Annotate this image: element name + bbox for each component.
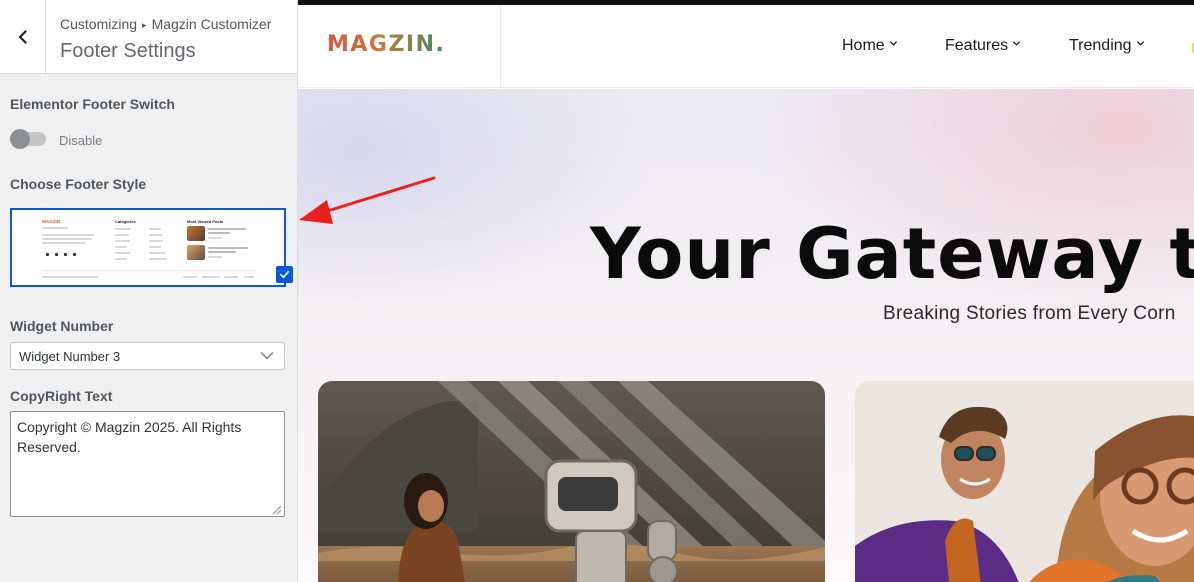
thumb-text-line <box>42 242 86 244</box>
chevron-down-icon <box>1013 41 1021 46</box>
post-card-image[interactable] <box>855 381 1194 582</box>
thumb-post-image <box>187 226 205 241</box>
thumb-post-meta <box>208 237 222 239</box>
thumb-category-link <box>115 258 127 260</box>
hero-section: Your Gateway to C Breaking Stories from … <box>298 89 1194 582</box>
elementor-footer-toggle[interactable] <box>10 129 48 149</box>
nav-features[interactable]: Features <box>945 37 1021 55</box>
chevron-down-icon <box>889 41 897 46</box>
breadcrumb-root: Customizing <box>60 16 138 32</box>
footer-style-label: Choose Footer Style <box>10 176 147 192</box>
thumb-category-link <box>115 234 129 236</box>
logo-text: MAGZIN. <box>327 32 446 57</box>
site-header: MAGZIN. Home Features Trending <box>298 5 1194 88</box>
thumb-text-line <box>42 238 92 240</box>
people-photo-image <box>855 381 1194 582</box>
thumb-post-title <box>208 228 246 230</box>
nav-home-label: Home <box>842 37 885 54</box>
thumb-text-line <box>42 234 94 236</box>
thumb-footer-link <box>183 276 197 278</box>
nav-features-label: Features <box>945 37 1009 54</box>
breadcrumb: Customizing ▸ Magzin Customizer <box>60 16 271 32</box>
nav-trending-label: Trending <box>1069 37 1132 54</box>
thumb-post-title <box>208 232 230 234</box>
footer-style-option-1[interactable]: MAGZIN. Categories Most Viewed Posts <box>10 208 286 287</box>
thumb-category-link <box>149 228 161 230</box>
thumb-category-link <box>115 246 127 248</box>
nav-home[interactable]: Home <box>842 37 898 55</box>
copyright-textarea[interactable]: Copyright © Magzin 2025. All Rights Rese… <box>10 411 285 517</box>
chevron-left-icon <box>18 29 27 44</box>
thumb-facebook-icon <box>46 253 49 256</box>
site-logo[interactable]: MAGZIN. <box>327 32 445 57</box>
thumb-footer-link <box>202 276 220 278</box>
thumb-linkedin-icon <box>73 253 76 256</box>
nav-trending[interactable]: Trending <box>1069 37 1145 55</box>
copyright-label: CopyRight Text <box>10 388 113 404</box>
thumb-category-link <box>115 252 130 254</box>
thumb-footer-link <box>224 276 238 278</box>
thumb-post-image <box>187 245 205 260</box>
thumb-category-link <box>149 240 163 242</box>
thumb-category-link <box>149 246 161 248</box>
thumb-post-meta <box>208 256 222 258</box>
toggle-state-text: Disable <box>59 133 103 148</box>
chevron-down-icon <box>1136 41 1144 46</box>
widget-number-select[interactable]: Widget Number 3 <box>10 342 285 370</box>
thumb-logo: MAGZIN. <box>42 219 62 224</box>
selected-check-badge <box>276 266 293 283</box>
thumb-most-viewed-title: Most Viewed Posts <box>187 219 224 224</box>
thumb-x-icon <box>55 253 58 256</box>
thumb-copyright <box>42 276 98 278</box>
thumb-text-line <box>42 227 68 229</box>
thumb-category-link <box>149 234 162 236</box>
widget-number-value: Widget Number 3 <box>19 349 121 364</box>
site-preview: MAGZIN. Home Features Trending Your Gate… <box>298 0 1194 582</box>
thumb-categories-title: Categories <box>115 219 136 224</box>
resize-grip-icon[interactable] <box>270 503 282 515</box>
widget-number-label: Widget Number <box>10 318 114 334</box>
panel-title: Footer Settings <box>60 40 196 62</box>
thumb-category-link <box>149 258 167 260</box>
logo-area: MAGZIN. <box>298 5 501 87</box>
thumb-divider <box>42 270 257 271</box>
hero-subtitle: Breaking Stories from Every Corn <box>883 303 1176 324</box>
robot-scene-image <box>318 381 825 582</box>
breadcrumb-section: Magzin Customizer <box>151 16 272 32</box>
back-button[interactable] <box>0 0 46 73</box>
post-card-image[interactable] <box>318 381 825 582</box>
breadcrumb-separator: ▸ <box>142 20 147 30</box>
thumb-post-title <box>208 247 248 249</box>
thumb-footer-link <box>244 276 254 278</box>
customizer-sidebar: Customizing ▸ Magzin Customizer Footer Set… <box>0 0 298 582</box>
toggle-knob <box>10 129 30 149</box>
thumb-category-link <box>115 240 130 242</box>
thumb-category-link <box>115 228 131 230</box>
elementor-switch-label: Elementor Footer Switch <box>10 96 175 112</box>
hero-title: Your Gateway to C <box>590 213 1194 295</box>
checkmark-icon <box>280 270 290 279</box>
sidebar-header: Customizing ▸ Magzin Customizer Footer Set… <box>0 0 297 74</box>
customizer-window: Customizing ▸ Magzin Customizer Footer Set… <box>0 0 1194 582</box>
thumb-instagram-icon <box>64 253 67 256</box>
chevron-down-icon <box>260 352 274 360</box>
thumb-post-title <box>208 251 236 253</box>
thumb-category-link <box>149 252 166 254</box>
